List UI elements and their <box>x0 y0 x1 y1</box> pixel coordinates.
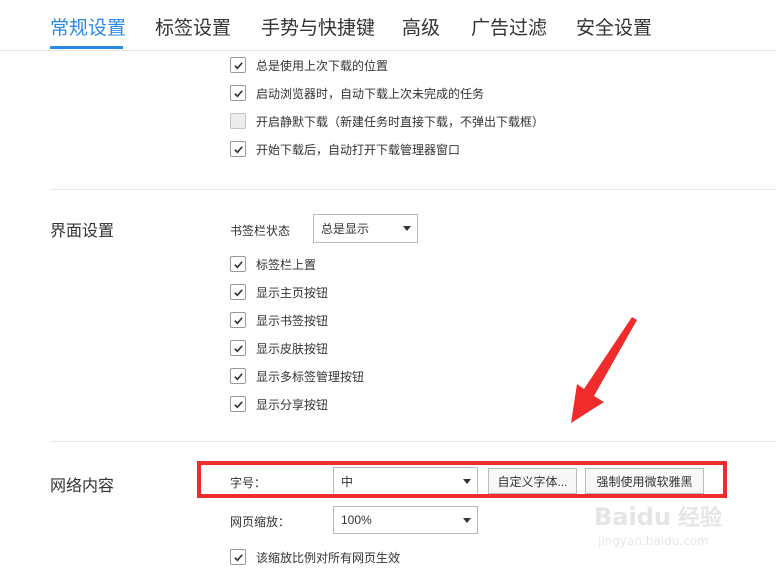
svg-text:经验: 经验 <box>678 505 722 531</box>
interface-option-row[interactable]: 显示多标签管理按钮 <box>230 366 364 386</box>
active-tab-indicator <box>50 46 123 49</box>
checkbox-checked-icon[interactable] <box>230 141 246 157</box>
checkbox-checked-icon[interactable] <box>230 57 246 73</box>
bookmark-bar-label: 书签栏状态 <box>230 224 291 238</box>
page-zoom-select[interactable]: 100% <box>333 506 478 534</box>
checkbox-label: 显示多标签管理按钮 <box>256 369 365 384</box>
checkbox-checked-icon[interactable] <box>230 284 246 300</box>
page-zoom-select-value: 100% <box>341 513 372 527</box>
checkbox-label: 显示皮肤按钮 <box>256 341 329 356</box>
section-divider <box>50 189 776 190</box>
checkbox-checked-icon[interactable] <box>230 396 246 412</box>
tab-gestures-shortcuts[interactable]: 手势与快捷键 <box>261 13 375 40</box>
chevron-down-icon <box>403 226 411 231</box>
checkbox-label: 启动浏览器时，自动下载上次未完成的任务 <box>256 86 485 101</box>
highlight-annotation-box <box>197 461 727 498</box>
checkbox-unchecked-icon[interactable] <box>230 113 246 129</box>
checkbox-checked-icon[interactable] <box>230 549 246 565</box>
download-option-row[interactable]: 开启静默下载（新建任务时直接下载，不弹出下载框） <box>230 111 544 131</box>
checkbox-label: 该缩放比例对所有网页生效 <box>256 550 401 565</box>
checkbox-checked-icon[interactable] <box>230 312 246 328</box>
checkbox-label: 标签栏上置 <box>256 257 317 272</box>
interface-option-row[interactable]: 标签栏上置 <box>230 254 316 274</box>
baidu-jingyan-watermark-logo: Baidu 经验 jingyan.baidu.com <box>594 503 722 548</box>
page-zoom-label: 网页缩放： <box>230 515 291 529</box>
red-arrow-icon <box>571 317 637 423</box>
checkbox-checked-icon[interactable] <box>230 256 246 272</box>
section-title-web-content: 网络内容 <box>50 478 115 495</box>
checkbox-label: 总是使用上次下载的位置 <box>256 58 389 73</box>
tab-ad-filter[interactable]: 广告过滤 <box>471 13 547 40</box>
settings-tab-bar: 常规设置 标签设置 手势与快捷键 高级 广告过滤 安全设置 <box>0 0 776 51</box>
tab-security-settings[interactable]: 安全设置 <box>576 13 652 40</box>
download-option-row[interactable]: 总是使用上次下载的位置 <box>230 55 388 75</box>
tab-tab-settings[interactable]: 标签设置 <box>155 13 231 40</box>
bookmark-bar-select-value: 总是显示 <box>321 222 370 236</box>
checkbox-label: 显示主页按钮 <box>256 285 329 300</box>
interface-option-row[interactable]: 显示分享按钮 <box>230 394 328 414</box>
interface-option-row[interactable]: 显示皮肤按钮 <box>230 338 328 358</box>
zoom-all-pages-row[interactable]: 该缩放比例对所有网页生效 <box>230 547 400 567</box>
checkbox-label: 显示分享按钮 <box>256 397 329 412</box>
checkbox-checked-icon[interactable] <box>230 368 246 384</box>
download-option-row[interactable]: 启动浏览器时，自动下载上次未完成的任务 <box>230 83 484 103</box>
bookmark-bar-select[interactable]: 总是显示 <box>313 214 418 243</box>
section-title-interface: 界面设置 <box>50 223 115 240</box>
tab-general-settings[interactable]: 常规设置 <box>50 13 126 40</box>
svg-text:jingyan.baidu.com: jingyan.baidu.com <box>597 534 709 548</box>
svg-text:Baidu: Baidu <box>594 503 671 531</box>
chevron-down-icon <box>463 518 471 523</box>
checkbox-checked-icon[interactable] <box>230 340 246 356</box>
checkbox-label: 开始下载后，自动打开下载管理器窗口 <box>256 142 461 157</box>
download-option-row[interactable]: 开始下载后，自动打开下载管理器窗口 <box>230 139 460 159</box>
tab-advanced[interactable]: 高级 <box>402 13 440 40</box>
checkbox-label: 开启静默下载（新建任务时直接下载，不弹出下载框） <box>256 114 545 129</box>
checkbox-label: 显示书签按钮 <box>256 313 329 328</box>
interface-option-row[interactable]: 显示书签按钮 <box>230 310 328 330</box>
checkbox-checked-icon[interactable] <box>230 85 246 101</box>
interface-option-row[interactable]: 显示主页按钮 <box>230 282 328 302</box>
section-divider <box>50 441 776 442</box>
